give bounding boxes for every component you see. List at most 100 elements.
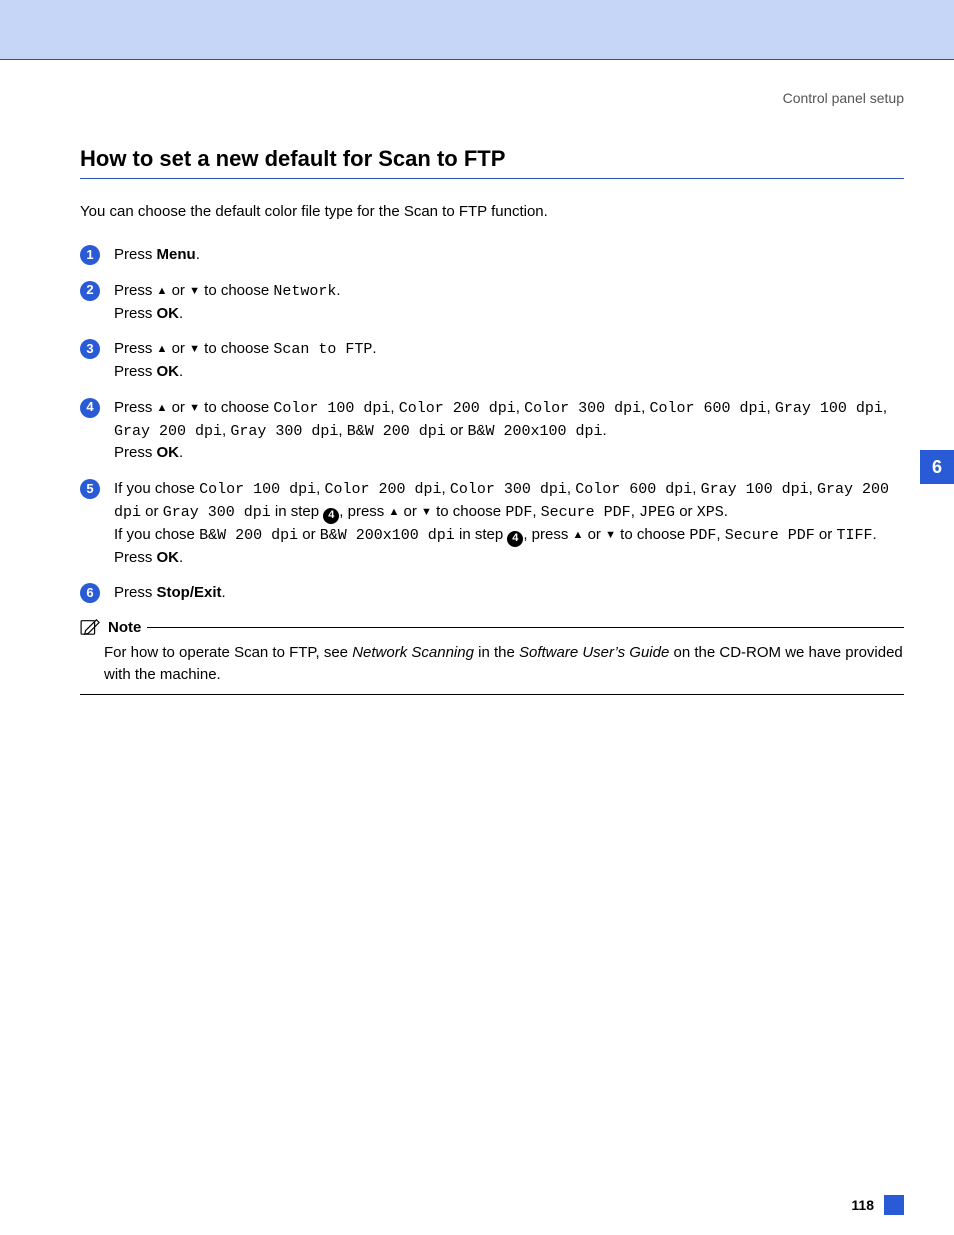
text: to choose [616, 526, 689, 543]
step-3: 3 Press ▲ or ▼ to choose Scan to FTP. Pr… [80, 338, 904, 383]
c: , [641, 399, 649, 416]
text: or [167, 340, 189, 357]
opt: Color 600 dpi [575, 481, 692, 498]
down-arrow-icon: ▼ [189, 402, 200, 414]
note-text: in the [474, 644, 519, 661]
c: , [516, 399, 524, 416]
text: or [167, 282, 189, 299]
text: to choose [200, 282, 273, 299]
opt: Gray 100 dpi [775, 400, 883, 417]
step-1: 1 Press Menu. [80, 244, 904, 266]
up-arrow-icon: ▲ [157, 343, 168, 355]
opt: Secure PDF [725, 527, 815, 544]
period: . [222, 584, 226, 601]
opt: Color 300 dpi [524, 400, 641, 417]
step-bullet: 2 [80, 281, 100, 301]
c: , [338, 422, 346, 439]
c: , [716, 526, 724, 543]
option-scan-to-ftp: Scan to FTP [273, 341, 372, 358]
step-6: 6 Press Stop/Exit. [80, 582, 904, 604]
text: to choose [200, 340, 273, 357]
text: or [675, 503, 697, 520]
opt: Color 200 dpi [324, 481, 441, 498]
c: , [532, 503, 540, 520]
c: , [809, 480, 817, 497]
text: Press [114, 340, 157, 357]
intro-text: You can choose the default color file ty… [80, 201, 904, 222]
title-rule [80, 178, 904, 179]
note-header: Note [80, 618, 904, 636]
text: or [167, 399, 189, 416]
text: , press [339, 503, 388, 520]
up-arrow-icon: ▲ [157, 285, 168, 297]
opt: PDF [689, 527, 716, 544]
period: . [724, 503, 728, 520]
note-end-rule [80, 694, 904, 695]
text: or [141, 503, 163, 520]
down-arrow-icon: ▼ [605, 529, 616, 541]
text: to choose [432, 503, 505, 520]
opt: TIFF [836, 527, 872, 544]
opt: JPEG [639, 504, 675, 521]
text: Press [114, 282, 157, 299]
opt: Gray 300 dpi [230, 423, 338, 440]
step-bullet: 5 [80, 479, 100, 499]
ok-key: OK [157, 305, 180, 322]
period: . [603, 422, 607, 439]
step-bullet: 1 [80, 245, 100, 265]
text: to choose [200, 399, 273, 416]
text: Press [114, 584, 157, 601]
step-4: 4 Press ▲ or ▼ to choose Color 100 dpi, … [80, 397, 904, 464]
c: , [631, 503, 639, 520]
header-band [0, 0, 954, 60]
text: in step [271, 503, 324, 520]
opt: Color 300 dpi [450, 481, 567, 498]
note-text: For how to operate Scan to FTP, see [104, 644, 352, 661]
period: . [196, 246, 200, 263]
c: , [390, 399, 398, 416]
text: Press [114, 399, 157, 416]
step-reference-icon: 4 [323, 508, 339, 524]
text: Press [114, 246, 157, 263]
period: . [179, 363, 183, 380]
down-arrow-icon: ▼ [189, 285, 200, 297]
up-arrow-icon: ▲ [157, 402, 168, 414]
ok-key: OK [157, 549, 180, 566]
opt: Gray 100 dpi [701, 481, 809, 498]
text: Press [114, 363, 157, 380]
opt: PDF [505, 504, 532, 521]
note-block: Note For how to operate Scan to FTP, see… [80, 618, 904, 695]
opt: B&W 200 dpi [199, 527, 298, 544]
step-bullet: 6 [80, 583, 100, 603]
text: Press [114, 305, 157, 322]
up-arrow-icon: ▲ [388, 506, 399, 518]
text: , press [523, 526, 572, 543]
ok-key: OK [157, 444, 180, 461]
text: If you chose [114, 526, 199, 543]
note-pencil-icon [80, 618, 102, 636]
page-footer: 118 [851, 1195, 904, 1215]
stop-exit-key: Stop/Exit [157, 584, 222, 601]
opt: Color 100 dpi [199, 481, 316, 498]
c: , [767, 399, 775, 416]
note-rule [147, 627, 904, 628]
c: , [441, 480, 449, 497]
up-arrow-icon: ▲ [573, 529, 584, 541]
c: , [883, 399, 887, 416]
step-bullet: 4 [80, 398, 100, 418]
period: . [336, 282, 340, 299]
opt: Gray 200 dpi [114, 423, 222, 440]
period: . [179, 549, 183, 566]
text: or [583, 526, 605, 543]
note-label: Note [108, 619, 141, 636]
section-title: How to set a new default for Scan to FTP [80, 146, 904, 172]
c: , [692, 480, 700, 497]
opt: XPS [697, 504, 724, 521]
text: in step [455, 526, 508, 543]
context-header: Control panel setup [80, 90, 904, 106]
opt: B&W 200x100 dpi [467, 423, 602, 440]
chapter-tab: 6 [920, 450, 954, 484]
text: or [298, 526, 320, 543]
period: . [372, 340, 376, 357]
note-ref-1: Network Scanning [352, 644, 474, 661]
